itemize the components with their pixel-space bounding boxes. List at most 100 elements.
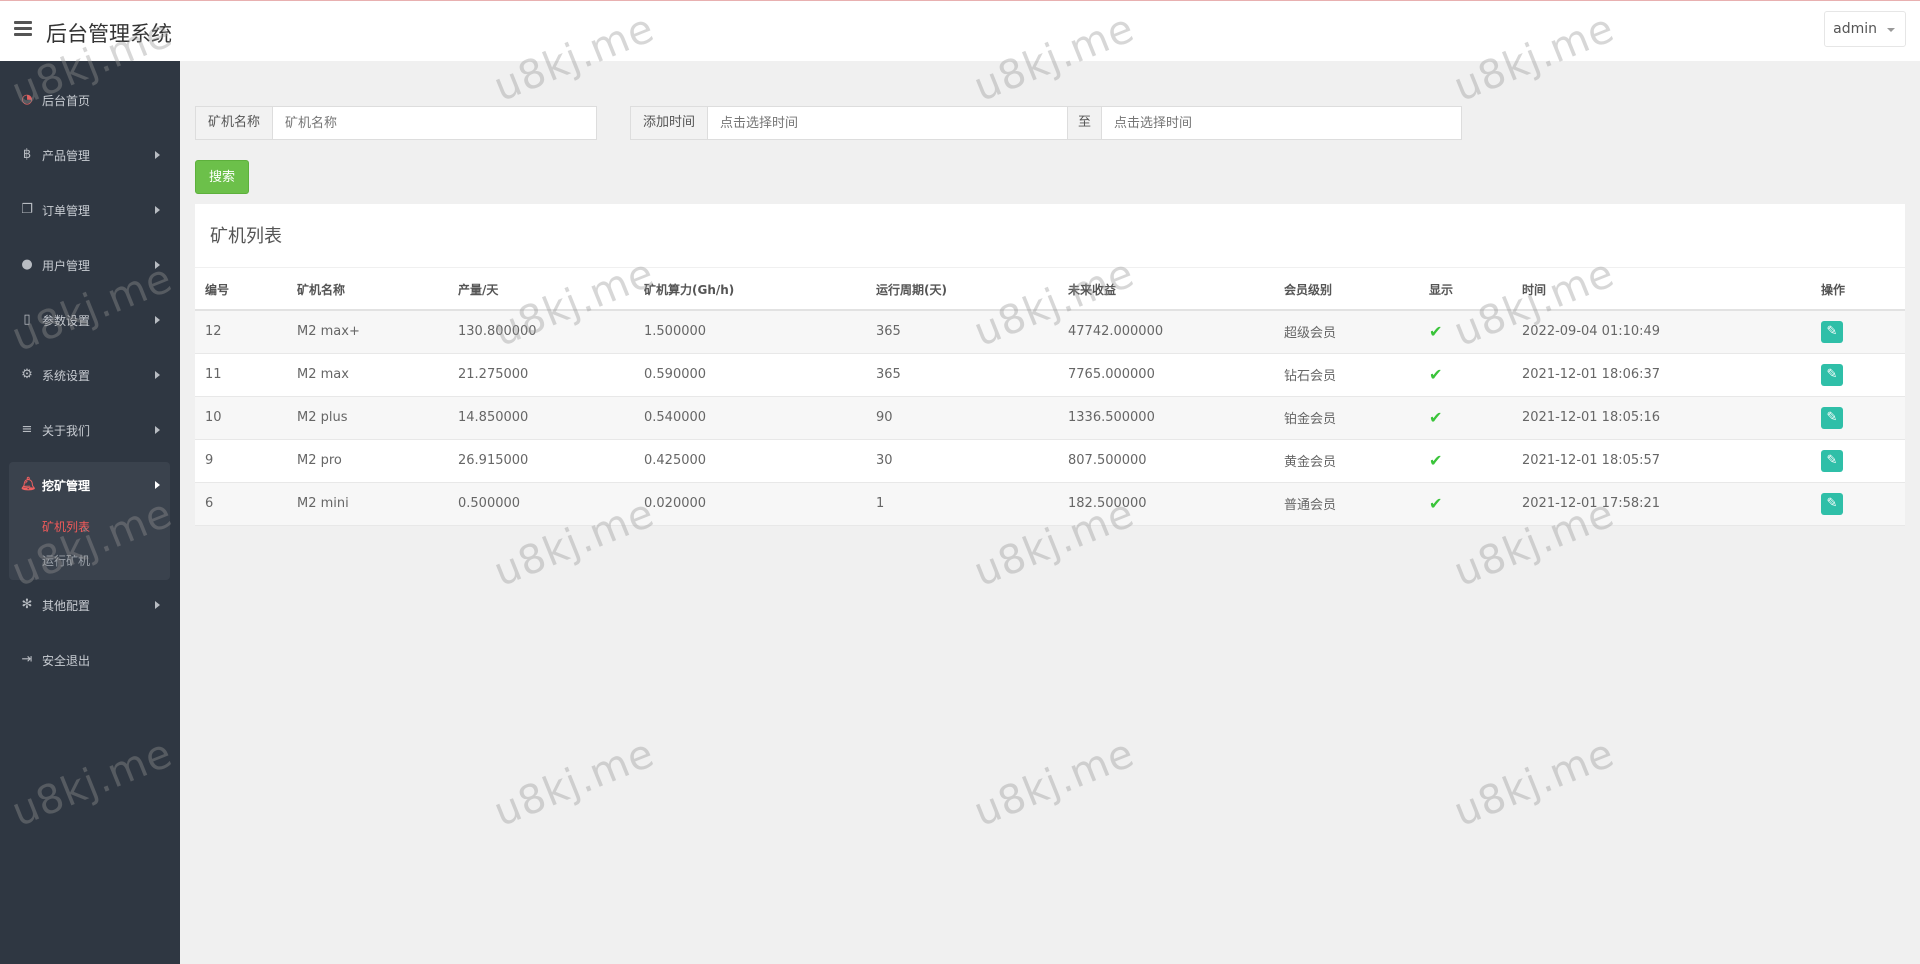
main-content: 矿机名称 添加时间 至 搜索 矿机列表 编号 矿机名称 产量/天 矿机算力(Gh… (180, 61, 1920, 964)
chevron-right-icon (155, 206, 160, 214)
cell-output: 21.275000 (448, 353, 634, 397)
app-title: 后台管理系统 (46, 22, 172, 46)
hamburger-menu-icon[interactable] (14, 21, 32, 37)
sidebar-item-about[interactable]: ≡ 关于我们 (0, 411, 180, 451)
sidebar-item-system[interactable]: ⚙ 系统设置 (0, 356, 180, 396)
search-button[interactable]: 搜索 (195, 160, 249, 194)
top-bar: 后台管理系统 admin (0, 0, 1920, 61)
time-end-input[interactable] (1102, 106, 1463, 140)
cogs-icon: ⚙ (21, 367, 33, 382)
check-icon: ✔ (1429, 451, 1443, 470)
cell-hashrate: 0.425000 (634, 439, 866, 483)
col-header: 时间 (1512, 270, 1811, 311)
sidebar-item-label: 用户管理 (42, 259, 91, 273)
edit-button[interactable]: ✎ (1821, 406, 1843, 429)
sidebar-subitem-running-miners[interactable]: 运行矿机 (42, 553, 90, 569)
check-icon: ✔ (1429, 322, 1443, 342)
col-header: 显示 (1419, 270, 1512, 311)
cell-id: 9 (195, 439, 287, 483)
check-icon: ✔ (1429, 365, 1443, 384)
sidebar-item-products[interactable]: ฿ 产品管理 (0, 136, 180, 176)
chevron-right-icon (155, 601, 160, 609)
bell-icon: 🔔︎ (20, 477, 37, 492)
sidebar-item-label: 系统设置 (42, 369, 91, 383)
sidebar-item-label: 订单管理 (42, 204, 91, 218)
col-header: 产量/天 (448, 270, 634, 311)
chevron-right-icon (155, 371, 160, 379)
sidebar-item-logout[interactable]: ⇥ 安全退出 (0, 641, 180, 681)
cell-name: M2 mini (287, 482, 448, 526)
cell-visible: ✔ (1419, 482, 1512, 526)
cell-time: 2021-12-01 18:06:37 (1512, 353, 1811, 397)
sidebar-item-label: 挖矿管理 (42, 479, 91, 493)
sidebar-item-label: 产品管理 (42, 149, 91, 163)
cell-id: 10 (195, 396, 287, 440)
cell-id: 11 (195, 353, 287, 397)
cell-hashrate: 0.590000 (634, 353, 866, 397)
sidebar-item-label: 后台首页 (42, 94, 91, 108)
sidebar-item-home[interactable]: ◔ 后台首页 (0, 81, 180, 121)
cell-hashrate: 0.540000 (634, 396, 866, 440)
user-icon: ● (21, 257, 33, 272)
cell-future-income: 1336.500000 (1058, 396, 1274, 440)
cell-visible: ✔ (1419, 439, 1512, 483)
chevron-right-icon (155, 426, 160, 434)
sidebar: ◔ 后台首页 ฿ 产品管理 ❐ 订单管理 ● 用户管理 ▯ 参数设置 ⚙ 系统设… (0, 61, 180, 964)
cell-actions: ✎ (1811, 396, 1905, 440)
miner-name-input[interactable] (273, 106, 598, 140)
file-icon: ▯ (23, 312, 31, 327)
edit-button[interactable]: ✎ (1821, 363, 1843, 386)
col-header: 未来收益 (1058, 270, 1274, 311)
time-range-separator: 至 (1068, 106, 1103, 140)
cell-period: 30 (866, 439, 1058, 483)
cell-name: M2 plus (287, 396, 448, 440)
cell-actions: ✎ (1811, 310, 1905, 354)
check-icon: ✔ (1429, 408, 1443, 427)
col-header: 矿机算力(Gh/h) (634, 270, 866, 311)
cell-level: 黄金会员 (1274, 439, 1419, 483)
time-start-input[interactable] (708, 106, 1069, 140)
panel-title: 矿机列表 (210, 226, 282, 247)
cell-id: 6 (195, 482, 287, 526)
chevron-right-icon (155, 316, 160, 324)
edit-button[interactable]: ✎ (1821, 492, 1843, 515)
dashboard-icon: ◔ (21, 92, 33, 107)
cell-period: 90 (866, 396, 1058, 440)
edit-button[interactable]: ✎ (1821, 320, 1843, 343)
cell-actions: ✎ (1811, 353, 1905, 397)
table-row: 11 M2 max 21.275000 0.590000 365 7765.00… (195, 353, 1905, 397)
cell-time: 2021-12-01 17:58:21 (1512, 482, 1811, 526)
miner-table: 编号 矿机名称 产量/天 矿机算力(Gh/h) 运行周期(天) 未来收益 会员级… (195, 270, 1905, 526)
chevron-right-icon (155, 151, 160, 159)
miner-list-panel: 矿机列表 编号 矿机名称 产量/天 矿机算力(Gh/h) 运行周期(天) 未来收… (195, 204, 1905, 526)
sidebar-item-other-config[interactable]: ✻ 其他配置 (0, 586, 180, 626)
table-header-row: 编号 矿机名称 产量/天 矿机算力(Gh/h) 运行周期(天) 未来收益 会员级… (195, 270, 1905, 311)
add-time-filter: 添加时间 至 (630, 106, 1463, 140)
user-name: admin (1833, 21, 1877, 37)
cell-visible: ✔ (1419, 396, 1512, 440)
edit-button[interactable]: ✎ (1821, 449, 1843, 472)
sidebar-item-mining[interactable]: 🔔︎ 挖矿管理 (0, 466, 180, 506)
cell-name: M2 max (287, 353, 448, 397)
miner-name-filter: 矿机名称 (195, 106, 598, 140)
copy-icon: ❐ (21, 202, 33, 217)
table-row: 9 M2 pro 26.915000 0.425000 30 807.50000… (195, 439, 1905, 483)
cell-level: 铂金会员 (1274, 396, 1419, 440)
pencil-icon: ✎ (1826, 323, 1838, 339)
user-menu-button[interactable]: admin (1824, 11, 1906, 47)
cell-id: 12 (195, 310, 287, 354)
list-icon: ≡ (21, 422, 33, 437)
gear-icon: ✻ (21, 597, 33, 612)
cell-time: 2021-12-01 18:05:16 (1512, 396, 1811, 440)
cell-hashrate: 0.020000 (634, 482, 866, 526)
signout-icon: ⇥ (21, 652, 33, 667)
cell-period: 1 (866, 482, 1058, 526)
sidebar-subitem-miner-list[interactable]: 矿机列表 (42, 519, 90, 535)
sidebar-item-users[interactable]: ● 用户管理 (0, 246, 180, 286)
table-row: 10 M2 plus 14.850000 0.540000 90 1336.50… (195, 396, 1905, 440)
cell-level: 钻石会员 (1274, 353, 1419, 397)
sidebar-item-params[interactable]: ▯ 参数设置 (0, 301, 180, 341)
cell-period: 365 (866, 353, 1058, 397)
col-header: 操作 (1811, 270, 1905, 311)
sidebar-item-orders[interactable]: ❐ 订单管理 (0, 191, 180, 231)
